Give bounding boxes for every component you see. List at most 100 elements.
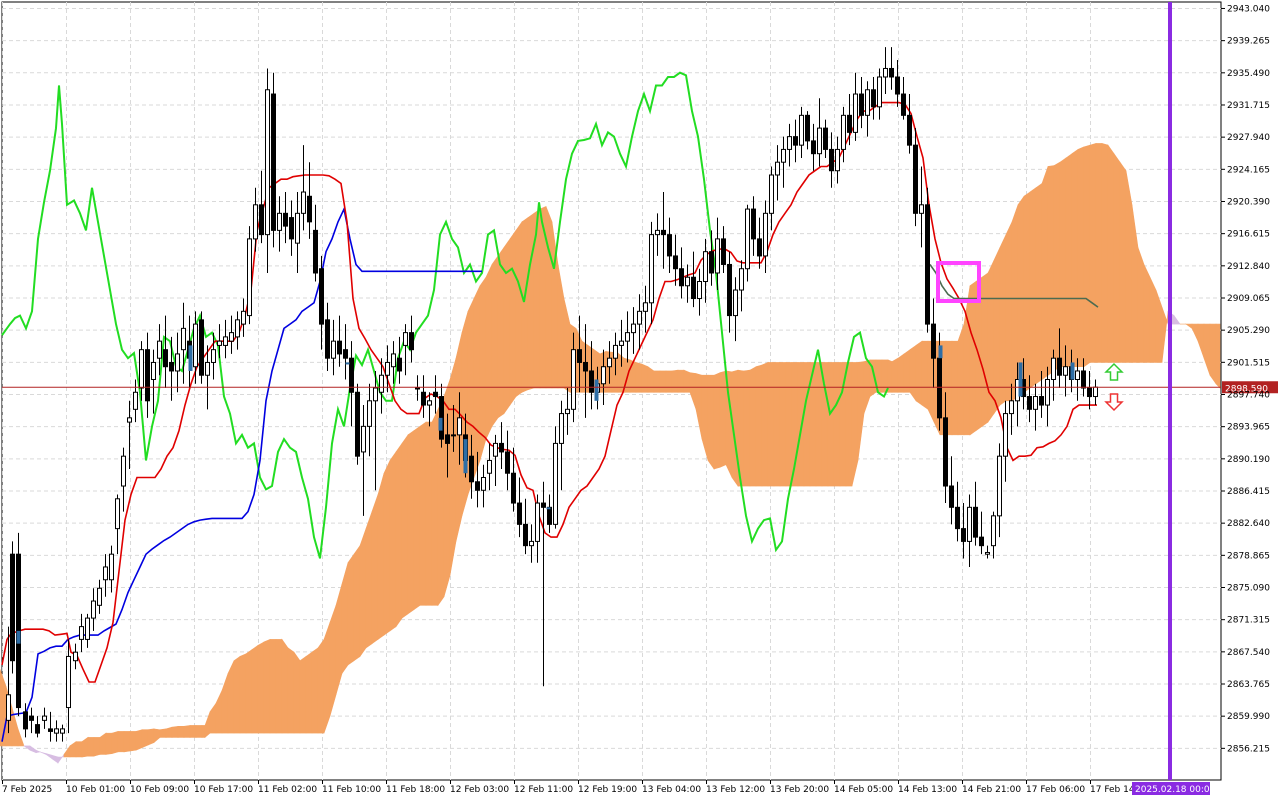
candle-body-highlight (546, 507, 551, 510)
candle-body-up (655, 229, 660, 236)
candle-body-down (793, 136, 798, 146)
candle-body-up (493, 442, 498, 457)
kumo-bull-segment (683, 369, 691, 393)
candle-body-down (955, 506, 960, 530)
candle-body-up (403, 332, 408, 346)
kumo-bull-segment (165, 726, 173, 738)
candle-body-down (805, 114, 810, 142)
kumo-bull-segment (221, 673, 229, 734)
price-tick-label: 2912.840 (1227, 262, 1270, 272)
kumo-bear-segment (1173, 314, 1181, 325)
candle-body-down (691, 276, 696, 300)
candle-body-up (991, 515, 996, 547)
candle-body-up (295, 212, 300, 244)
kumo-bull-segment (827, 362, 835, 487)
candle-body-down (847, 114, 852, 133)
kumo-bull-segment (353, 544, 361, 662)
kumo-bull-segment (317, 638, 325, 734)
candle-body-up (535, 502, 540, 542)
kumo-bull-segment (993, 247, 1001, 415)
time-tick-label: 11 Feb 02:00 (258, 785, 317, 795)
candle-body-up (451, 434, 456, 437)
price-tick-label: 2920.390 (1227, 197, 1270, 207)
kumo-bull-segment (17, 728, 25, 747)
kumo-bull-segment (1059, 157, 1067, 368)
kumo-bull-segment (969, 280, 977, 436)
kumo-bull-segment (665, 370, 673, 393)
candle-body-up (6, 694, 11, 721)
time-tick-label: 12 Feb 11:00 (514, 785, 573, 795)
kumo-bull-segment (719, 370, 727, 468)
time-tick-label: 10 Feb 09:00 (130, 785, 189, 795)
kumo-bull-segment (377, 473, 385, 640)
candle-body-up (733, 289, 738, 317)
candle-body-down (307, 195, 312, 223)
candle-body-up (175, 353, 180, 372)
kumo-bull-segment (1041, 166, 1049, 381)
kumo-bull-segment (201, 725, 206, 738)
candle-body-up (42, 715, 47, 721)
kumo-bull-segment (1005, 221, 1013, 402)
kumo-bull-segment (233, 655, 241, 734)
kumo-bull-segment (117, 731, 125, 753)
candle-body-up (60, 728, 65, 734)
candle-body-up (211, 349, 216, 363)
kumo-bull-segment (1035, 182, 1043, 385)
kumo-bull-segment (1101, 143, 1109, 363)
kumo-bull-segment (1155, 289, 1163, 363)
kumo-bull-segment (981, 272, 989, 427)
kumo-bull-segment (263, 638, 271, 734)
kumo-bull-segment (641, 363, 649, 393)
kumo-bull-segment (803, 362, 811, 487)
candle-body-down (727, 263, 732, 317)
kumo-bull-segment (915, 340, 923, 406)
candle-body-up (835, 148, 840, 172)
kumo-bull-segment (851, 362, 859, 487)
price-tick-label: 2856.215 (1227, 744, 1270, 754)
kumo-bear-segment (45, 753, 53, 760)
kumo-bull-segment (957, 324, 965, 436)
kumo-bull-segment (897, 353, 905, 393)
kumo-bull-segment (1023, 191, 1031, 393)
candle-body-up (241, 310, 246, 325)
kumo-bull-segment (293, 651, 301, 734)
kumo-bull-segment (413, 425, 421, 611)
kumo-bull-segment (159, 728, 167, 738)
kumo-bull-segment (1203, 323, 1211, 376)
candle-body-up (529, 540, 534, 547)
candle-body-highlight (938, 345, 943, 359)
kumo-bear-segment (57, 753, 65, 764)
candle-body-down (949, 485, 954, 508)
price-chart[interactable]: 2898.590 2943.0402939.2652935.4902931.71… (0, 0, 1280, 800)
candle-body-highlight (1018, 362, 1023, 397)
price-tick-label: 2943.040 (1227, 4, 1270, 14)
time-tick-label: 10 Feb 17:00 (194, 785, 253, 795)
kumo-bull-segment (153, 728, 161, 744)
candle-body-up (997, 455, 1002, 517)
price-tick-label: 2867.540 (1227, 648, 1270, 658)
candle-body-down (421, 391, 426, 406)
candle-body-down (283, 212, 288, 227)
kumo-bear-segment (29, 745, 37, 754)
candle-body-up (919, 204, 924, 214)
price-tick-label: 2939.265 (1227, 37, 1270, 47)
candle-body-up (637, 310, 642, 325)
candle-body-down (1039, 396, 1044, 406)
candle-body-up (229, 332, 234, 342)
kumo-bull-segment (1215, 323, 1221, 389)
candle-body-up (85, 617, 90, 640)
candle-body-down (541, 502, 546, 508)
kumo-bull-segment (99, 732, 107, 755)
candle-body-up (361, 425, 366, 453)
kumo-bull-segment (299, 655, 307, 734)
time-tick-label: 10 Feb 01:00 (66, 785, 125, 795)
candle-body-down (577, 349, 582, 363)
kumo-bull-segment (305, 651, 313, 734)
kumo-bull-segment (347, 553, 355, 666)
kumo-bull-segment (215, 690, 223, 734)
candle-body-down (931, 323, 936, 359)
candle-body-up (205, 361, 210, 376)
time-tick-label: 14 Feb 05:00 (834, 785, 893, 795)
kumo-bull-segment (419, 421, 427, 606)
kumo-bull-segment (335, 583, 343, 695)
